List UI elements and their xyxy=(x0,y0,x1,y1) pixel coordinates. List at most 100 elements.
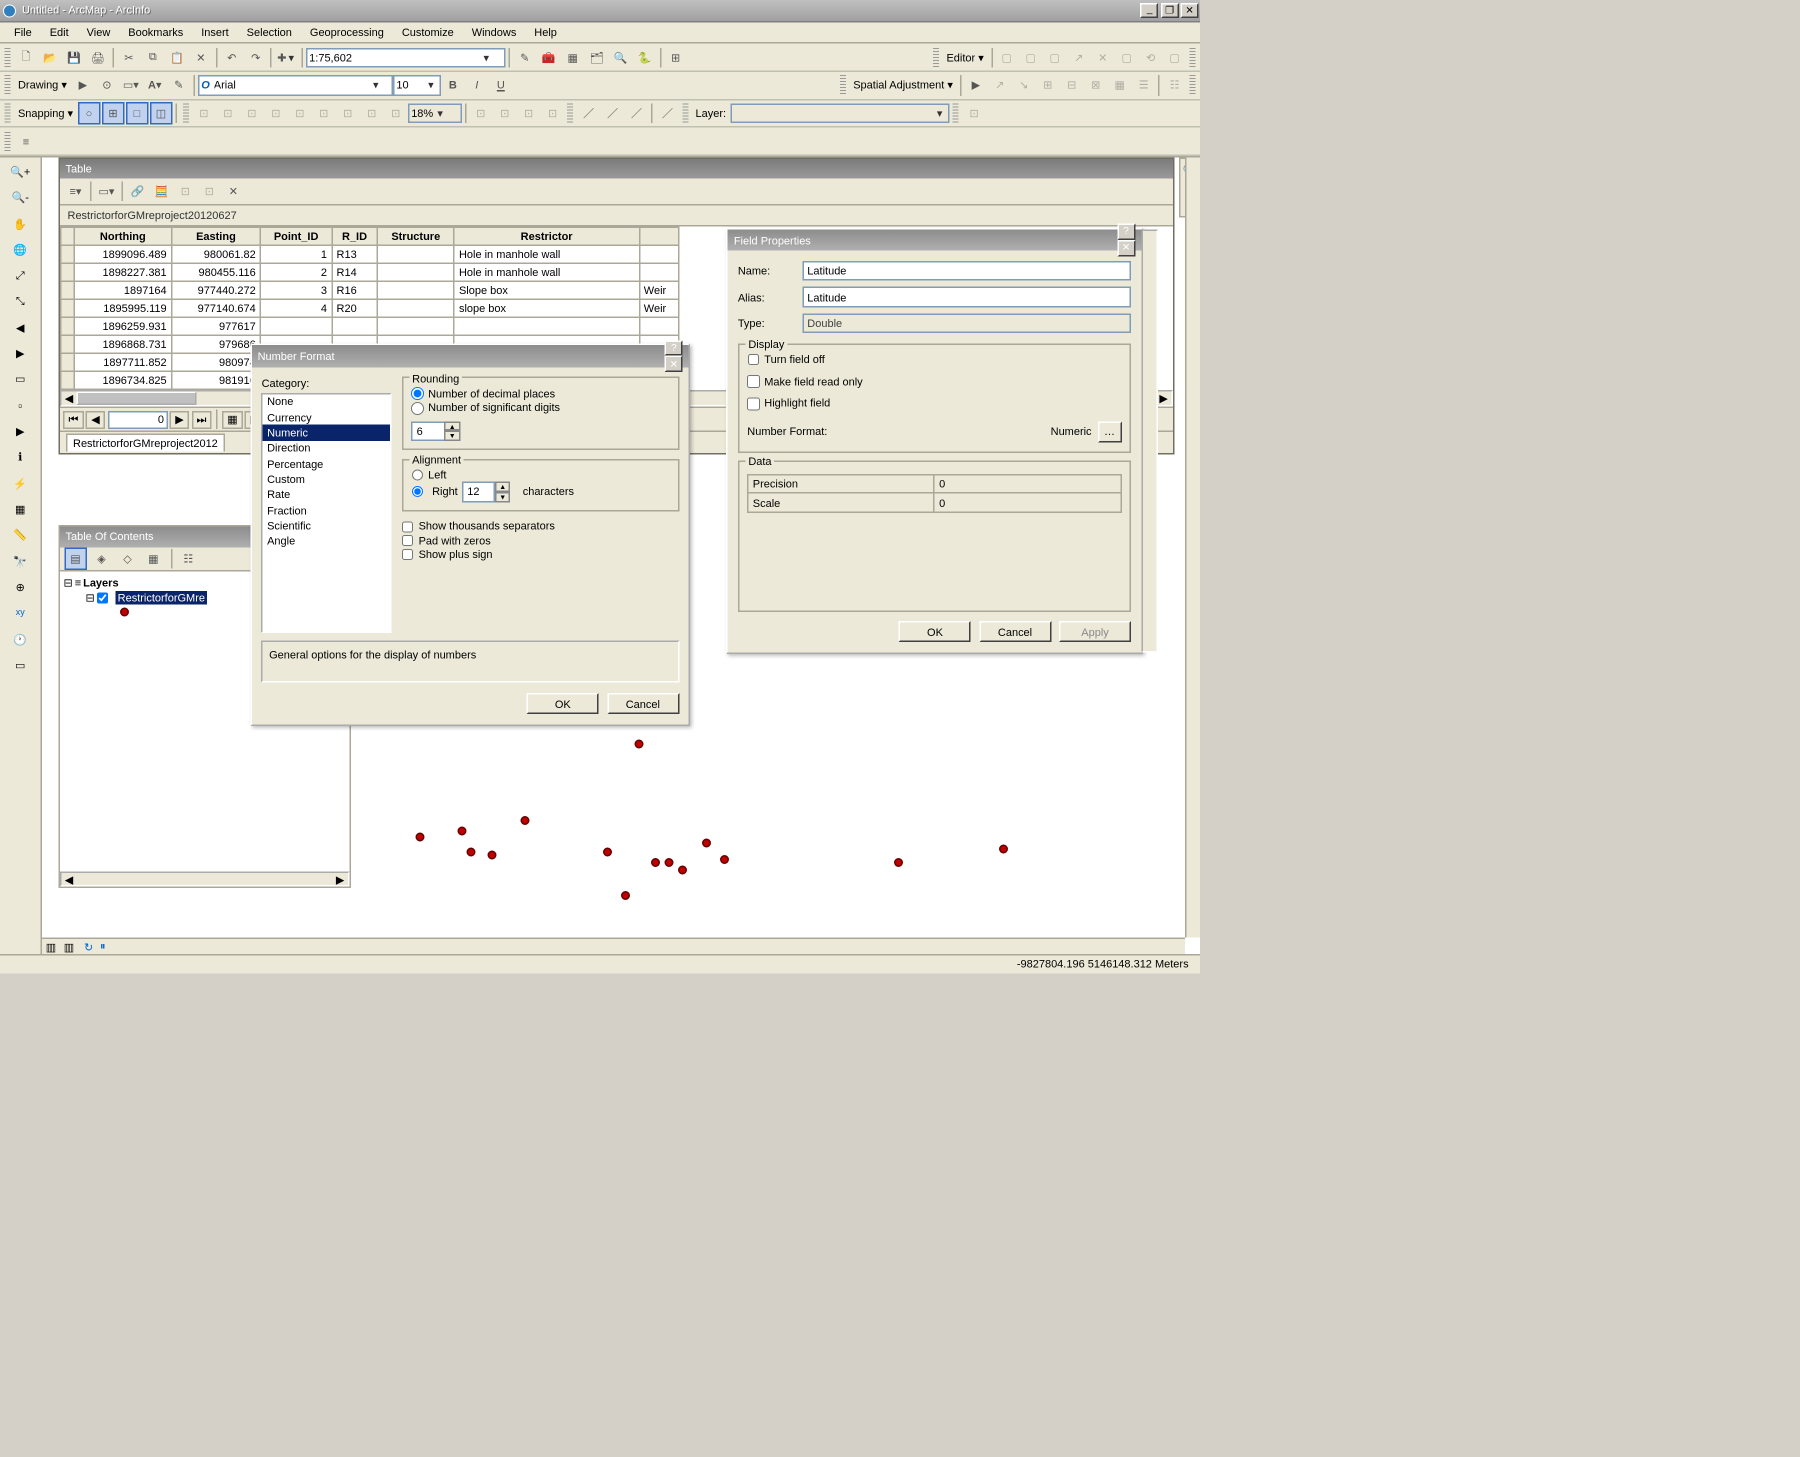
map-point[interactable] xyxy=(602,848,611,857)
go-xy-icon[interactable]: xy xyxy=(8,601,32,625)
search-tool-icon[interactable]: 🔍 xyxy=(610,46,632,68)
ok-button[interactable]: OK xyxy=(527,693,599,715)
python-icon[interactable]: 🐍 xyxy=(634,46,656,68)
map-point[interactable] xyxy=(894,858,903,867)
drawing-menu[interactable]: Drawing ▾ xyxy=(14,79,71,93)
html-popup-icon[interactable]: ▦ xyxy=(8,497,32,521)
grip[interactable] xyxy=(953,103,959,123)
map-point[interactable] xyxy=(634,740,643,749)
first-record-icon[interactable]: ⏮ xyxy=(63,410,83,428)
category-item[interactable]: Rate xyxy=(263,487,390,502)
highlight-checkbox[interactable] xyxy=(747,398,760,411)
grip[interactable] xyxy=(933,47,939,67)
prev-record-icon[interactable]: ◀ xyxy=(85,410,105,428)
next-record-icon[interactable]: ▶ xyxy=(169,410,189,428)
align-right-radio[interactable] xyxy=(411,485,424,498)
edit-tool-icon[interactable]: ✎ xyxy=(514,46,536,68)
category-item[interactable]: Currency xyxy=(263,410,390,425)
tbl-menu-icon[interactable]: ≡▾ xyxy=(64,180,86,202)
editor-menu[interactable]: Editor ▾ xyxy=(942,51,987,65)
copy-icon[interactable]: ⧉ xyxy=(142,46,164,68)
map-point[interactable] xyxy=(664,858,673,867)
alias-input[interactable] xyxy=(802,287,1131,307)
menu-help[interactable]: Help xyxy=(526,24,565,41)
cut-icon[interactable]: ✂ xyxy=(118,46,140,68)
col-structure[interactable]: Structure xyxy=(377,228,454,246)
model-icon[interactable]: ⊞ xyxy=(665,46,687,68)
menu-view[interactable]: View xyxy=(79,24,119,41)
line4-icon[interactable]: ／ xyxy=(657,102,679,124)
map-point[interactable] xyxy=(998,844,1007,853)
measure-icon[interactable]: 📏 xyxy=(8,523,32,547)
grip[interactable] xyxy=(5,103,11,123)
cmd-icon[interactable]: ▦ xyxy=(562,46,584,68)
map-point[interactable] xyxy=(416,833,425,842)
toolbox-icon[interactable]: 🧰 xyxy=(538,46,560,68)
table-row[interactable]: 1895995.119977140.6744 R20slope boxWeir xyxy=(60,300,679,318)
pointer2-icon[interactable]: ▶ xyxy=(965,74,987,96)
identify-icon[interactable]: ℹ xyxy=(8,445,32,469)
category-listbox[interactable]: NoneCurrencyNumericDirectionPercentageCu… xyxy=(262,393,392,633)
close-button[interactable]: ✕ xyxy=(1181,2,1199,18)
line3-icon[interactable]: ／ xyxy=(626,102,648,124)
collapse-icon[interactable]: ⊟ xyxy=(86,592,95,606)
map-canvas[interactable]: 🔍 Search ▥ ▥ ↻ ⏸ Table xyxy=(42,158,1201,954)
catalog-icon[interactable]: 🗂 xyxy=(586,46,608,68)
menu-bookmarks[interactable]: Bookmarks xyxy=(120,24,191,41)
category-item[interactable]: Direction xyxy=(263,441,390,456)
ok-button[interactable]: OK xyxy=(899,621,971,643)
scale-input[interactable] xyxy=(309,51,479,65)
close-button[interactable]: ✕ xyxy=(1117,240,1135,256)
col-rid[interactable]: R_ID xyxy=(332,228,378,246)
record-input[interactable] xyxy=(107,410,167,428)
apply-button[interactable]: Apply xyxy=(1059,621,1131,643)
snap-edge-icon[interactable]: ◫ xyxy=(150,102,172,124)
line1-icon[interactable]: ／ xyxy=(578,102,600,124)
undo-icon[interactable]: ↶ xyxy=(221,46,243,68)
map-point[interactable] xyxy=(520,816,529,825)
text-draw-icon[interactable]: A▾ xyxy=(144,74,166,96)
grip-window-icon[interactable]: ≡ xyxy=(15,130,37,152)
restore-button[interactable]: ❐ xyxy=(1161,2,1179,18)
collapse-icon[interactable]: ⊟ xyxy=(63,576,72,590)
snapping-menu[interactable]: Snapping ▾ xyxy=(14,107,77,121)
sigdigits-radio[interactable] xyxy=(411,402,424,415)
padzero-checkbox[interactable] xyxy=(402,534,415,547)
layer-visible-checkbox[interactable] xyxy=(97,592,110,605)
tbl-related-icon[interactable]: 🔗 xyxy=(126,180,148,202)
plussign-checkbox[interactable] xyxy=(402,549,415,562)
find-icon[interactable]: 🔭 xyxy=(8,549,32,573)
redo-icon[interactable]: ↷ xyxy=(245,46,267,68)
menu-insert[interactable]: Insert xyxy=(193,24,236,41)
grip[interactable] xyxy=(5,47,11,67)
numfmt-browse-button[interactable]: … xyxy=(1098,421,1122,443)
snap-box-icon[interactable]: □ xyxy=(126,102,148,124)
grip[interactable] xyxy=(183,103,189,123)
open-icon[interactable]: 📂 xyxy=(39,46,61,68)
last-record-icon[interactable]: ⏭ xyxy=(191,410,211,428)
font-input[interactable] xyxy=(214,79,369,93)
decimals-input[interactable] xyxy=(411,421,445,441)
toc-listbysrc-icon[interactable]: ▤ xyxy=(64,547,86,569)
menu-customize[interactable]: Customize xyxy=(394,24,462,41)
fontsize-combo[interactable]: ▾ xyxy=(393,75,441,95)
paste-icon[interactable]: 📋 xyxy=(166,46,188,68)
delete-icon[interactable]: ✕ xyxy=(190,46,212,68)
fixed-zoom-in-icon[interactable]: ⤢ xyxy=(8,264,32,288)
grip[interactable] xyxy=(1190,75,1196,95)
new-doc-icon[interactable]: 🗋 xyxy=(15,46,37,68)
toc-listbyvis-icon[interactable]: ◇ xyxy=(116,547,138,569)
tbl-sel-icon[interactable]: ▭▾ xyxy=(95,180,117,202)
category-item[interactable]: None xyxy=(263,394,390,409)
col-easting[interactable]: Easting xyxy=(171,228,260,246)
zoom-in-icon[interactable]: 🔍+ xyxy=(8,160,32,184)
tbl-options-icon[interactable]: 🧮 xyxy=(150,180,172,202)
scale-combo[interactable]: ▾ xyxy=(306,47,506,67)
menu-file[interactable]: File xyxy=(6,24,40,41)
chevron-down-icon[interactable]: ▾ xyxy=(424,79,437,93)
cancel-button[interactable]: Cancel xyxy=(607,693,679,715)
print-icon[interactable]: 🖨 xyxy=(87,46,109,68)
map-point[interactable] xyxy=(458,826,467,835)
col-pointid[interactable]: Point_ID xyxy=(260,228,331,246)
help-button[interactable]: ? xyxy=(665,340,683,356)
